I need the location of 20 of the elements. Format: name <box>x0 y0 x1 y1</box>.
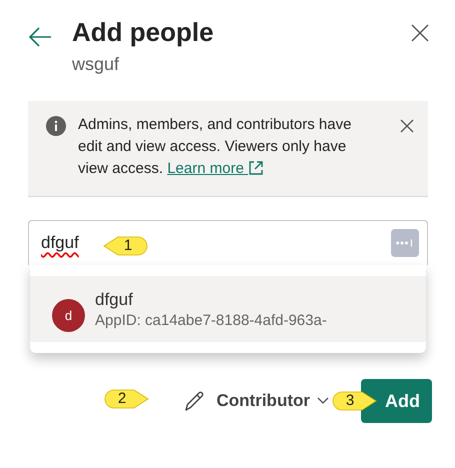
suggestion-item[interactable]: d dfguf AppID: ca14abe7-8188-4afd-963a- <box>30 276 426 342</box>
search-value: dfguf <box>41 233 79 253</box>
dialog-title: Add people <box>72 16 215 48</box>
role-dropdown[interactable]: Contributor <box>182 389 329 413</box>
suggestion-detail: AppID: ca14abe7-8188-4afd-963a- <box>95 312 327 328</box>
external-link-icon[interactable] <box>248 160 264 176</box>
suggestion-name: dfguf <box>95 290 134 310</box>
close-icon[interactable] <box>411 24 429 42</box>
back-arrow-icon[interactable] <box>28 27 52 47</box>
dialog-subtitle: wsguf <box>72 54 120 75</box>
avatar: d <box>52 298 85 332</box>
close-icon[interactable] <box>400 119 414 133</box>
callout-marker: 1 <box>102 236 148 256</box>
learn-more-link[interactable]: Learn more <box>167 160 264 177</box>
callout-marker: 2 <box>104 389 150 409</box>
chevron-down-icon[interactable] <box>317 397 329 405</box>
info-icon <box>46 116 66 136</box>
add-button[interactable]: Add <box>361 379 432 423</box>
callout-marker: 3 <box>332 391 378 411</box>
info-message: Admins, members, and contributors have edit and view access. Viewers only have view access. Learn more <box>78 115 352 179</box>
